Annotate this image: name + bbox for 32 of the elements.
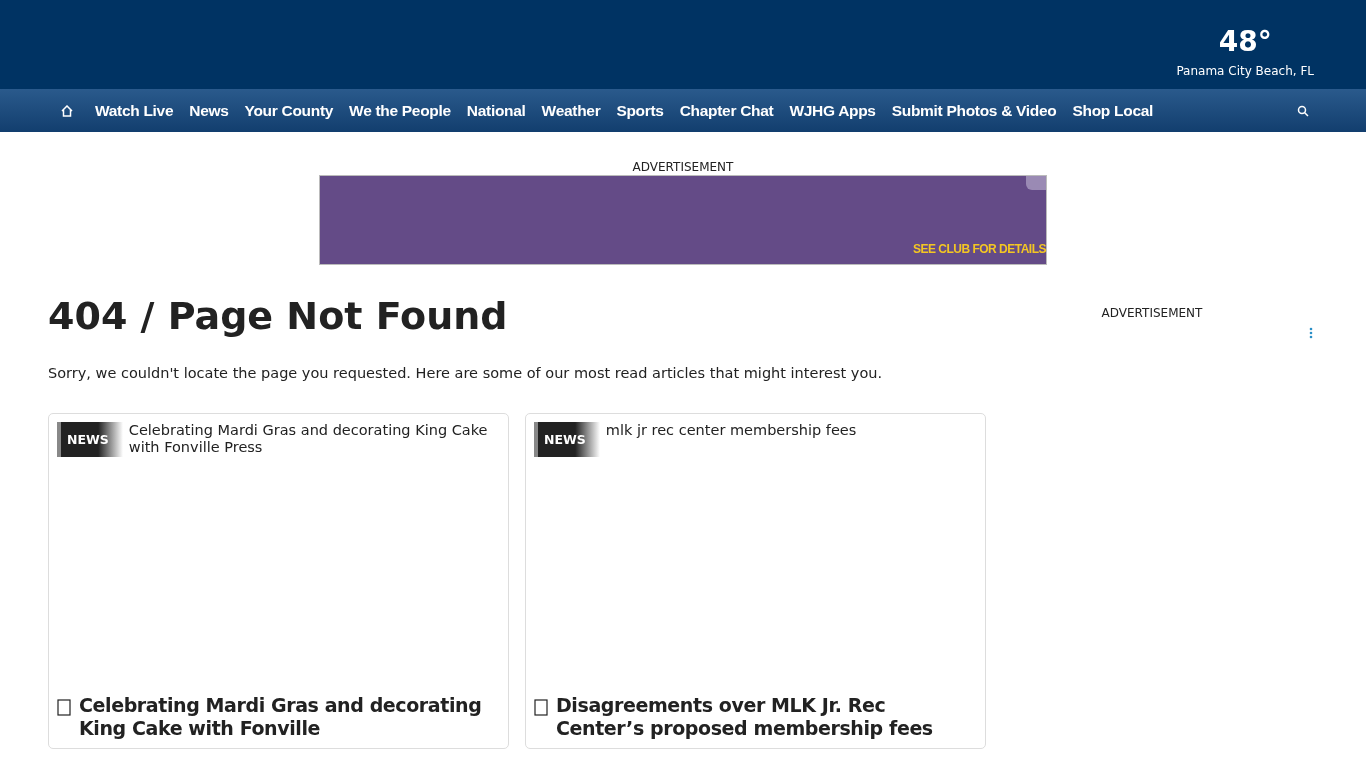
square-icon — [534, 699, 548, 716]
square-icon — [57, 699, 71, 716]
nav-link[interactable]: News — [181, 101, 237, 120]
ad-label: ADVERTISEMENT — [1101, 305, 1203, 321]
home-icon[interactable] — [61, 104, 73, 117]
article-card[interactable]: NEWS Celebrating Mardi Gras and decorating King Cake with Fonville Press Celebrating Mardi Gras and decorating King Cake with Fonville — [48, 413, 509, 749]
image-alt-text: Celebrating Mardi Gras and decorating King Cake with Fonville Press — [128, 422, 489, 456]
nav-link[interactable]: National — [458, 101, 534, 120]
category-badge: NEWS — [534, 422, 600, 457]
article-headline[interactable]: Disagreements over MLK Jr. Rec Center’s proposed membership fees — [556, 694, 977, 740]
ad-label: ADVERTISEMENT — [632, 159, 734, 175]
search-icon[interactable] — [1297, 104, 1309, 117]
more-options-icon[interactable] — [1309, 327, 1313, 339]
weather-location: Panama City Beach, FL — [1176, 64, 1314, 78]
page-title: 404 / Page Not Found — [48, 293, 509, 340]
nav-link[interactable]: Submit Photos & Video — [883, 101, 1065, 120]
nav-link[interactable]: Weather — [533, 101, 609, 120]
nav-link[interactable]: Chapter Chat — [671, 101, 782, 120]
nav-link[interactable]: Watch Live — [87, 101, 182, 120]
article-headline[interactable]: Celebrating Mardi Gras and decorating King Cake with Fonville — [79, 694, 500, 740]
ad-banner[interactable]: SEE CLUB FOR DETAILS — [319, 175, 1047, 265]
article-card[interactable]: NEWS mlk jr rec center membership fees Disagreements over MLK Jr. Rec Center’s proposed membership fees — [525, 413, 986, 749]
nav-link[interactable]: We the People — [341, 101, 459, 120]
temperature: 48° — [1218, 26, 1272, 58]
ad-banner-text: SEE CLUB FOR DETAILS — [912, 242, 1046, 256]
nav-link[interactable]: WJHG Apps — [781, 101, 884, 120]
nav-link[interactable]: Shop Local — [1064, 101, 1162, 120]
image-alt-text: mlk jr rec center membership fees — [605, 422, 857, 439]
not-found-message: Sorry, we couldn't locate the page you requested. Here are some of our most read articles that might interest you. — [48, 365, 884, 381]
category-badge: NEWS — [57, 422, 123, 457]
nav-link[interactable]: Sports — [608, 101, 672, 120]
nav-link[interactable]: Your County — [236, 101, 342, 120]
